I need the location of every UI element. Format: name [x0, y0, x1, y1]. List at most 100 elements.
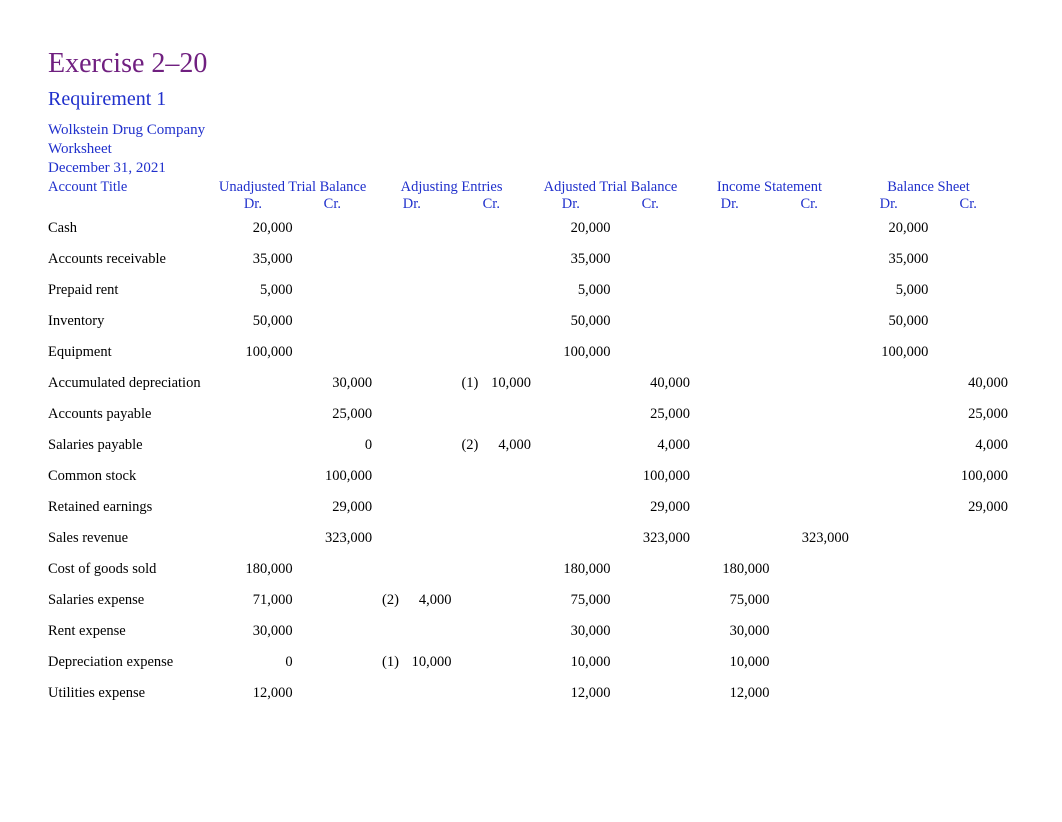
- adj-dr-ref-cell: [372, 554, 399, 585]
- table-row: Utilities expense12,00012,00012,000: [48, 678, 1008, 709]
- bs-cr-cell: 40,000: [928, 368, 1008, 399]
- is-dr-cell: [690, 523, 769, 554]
- account-title-cell: Sales revenue: [48, 523, 213, 554]
- is-cr-cell: [769, 647, 848, 678]
- bs-dr-cell: [849, 523, 928, 554]
- atb-dr-cell: [531, 461, 610, 492]
- adj-cr-ref-cell: [452, 306, 479, 337]
- utb-dr-cell: 0: [213, 647, 292, 678]
- atb-cr-cell: [611, 244, 690, 275]
- is-dr-cell: [690, 492, 769, 523]
- is-cr-cell: [769, 461, 848, 492]
- account-title-cell: Accumulated depreciation: [48, 368, 213, 399]
- bs-dr-cell: 35,000: [849, 244, 928, 275]
- utb-cr-cell: [293, 678, 372, 709]
- adj-cr-val-cell: [478, 337, 531, 368]
- atb-cr-cell: [611, 213, 690, 244]
- is-dr-cell: 180,000: [690, 554, 769, 585]
- utb-cr-cell: [293, 647, 372, 678]
- bs-dr-cell: 20,000: [849, 213, 928, 244]
- adj-cr-ref-cell: [452, 213, 479, 244]
- table-row: Retained earnings29,00029,00029,000: [48, 492, 1008, 523]
- adj-cr-val-cell: [478, 213, 531, 244]
- is-dr-header: Dr.: [690, 196, 769, 213]
- company-name: Wolkstein Drug Company: [48, 121, 1014, 140]
- atb-cr-cell: 25,000: [611, 399, 690, 430]
- adj-cr-val-cell: [478, 523, 531, 554]
- col-adjusted-trial-balance: Adjusted Trial Balance: [531, 179, 690, 196]
- adj-dr-ref-cell: [372, 244, 399, 275]
- bs-dr-cell: 5,000: [849, 275, 928, 306]
- atb-cr-cell: [611, 647, 690, 678]
- is-cr-cell: [769, 616, 848, 647]
- table-row: Salaries expense71,000(2)4,00075,00075,0…: [48, 585, 1008, 616]
- atb-dr-cell: 5,000: [531, 275, 610, 306]
- adj-dr-ref-cell: (1): [372, 647, 399, 678]
- bs-cr-cell: [928, 244, 1008, 275]
- adj-cr-val-cell: [478, 244, 531, 275]
- adj-cr-ref-cell: [452, 616, 479, 647]
- bs-dr-cell: [849, 678, 928, 709]
- adj-dr-ref-cell: [372, 523, 399, 554]
- is-dr-cell: [690, 337, 769, 368]
- atb-dr-cell: 180,000: [531, 554, 610, 585]
- table-row: Rent expense30,00030,00030,000: [48, 616, 1008, 647]
- atb-dr-cell: 12,000: [531, 678, 610, 709]
- utb-dr-cell: 50,000: [213, 306, 292, 337]
- adj-cr-ref-cell: [452, 523, 479, 554]
- adj-dr-ref-cell: [372, 275, 399, 306]
- adj-cr-ref-cell: [452, 647, 479, 678]
- utb-dr-cell: [213, 492, 292, 523]
- account-title-cell: Equipment: [48, 337, 213, 368]
- table-row: Equipment100,000100,000100,000: [48, 337, 1008, 368]
- atb-dr-cell: 75,000: [531, 585, 610, 616]
- is-dr-cell: [690, 213, 769, 244]
- bs-dr-cell: 50,000: [849, 306, 928, 337]
- utb-cr-cell: 100,000: [293, 461, 372, 492]
- bs-cr-cell: [928, 213, 1008, 244]
- utb-cr-cell: [293, 554, 372, 585]
- worksheet-body: Cash20,00020,00020,000Accounts receivabl…: [48, 213, 1008, 709]
- utb-cr-cell: 0: [293, 430, 372, 461]
- utb-dr-cell: 71,000: [213, 585, 292, 616]
- account-title-cell: Retained earnings: [48, 492, 213, 523]
- atb-cr-cell: [611, 616, 690, 647]
- bs-dr-cell: [849, 492, 928, 523]
- atb-cr-cell: [611, 337, 690, 368]
- atb-dr-cell: 35,000: [531, 244, 610, 275]
- adj-dr-ref-cell: [372, 461, 399, 492]
- adj-cr-ref-cell: [452, 337, 479, 368]
- adj-cr-val-cell: [478, 647, 531, 678]
- is-cr-cell: [769, 678, 848, 709]
- is-dr-cell: [690, 368, 769, 399]
- table-row: Cost of goods sold180,000180,000180,000: [48, 554, 1008, 585]
- bs-dr-cell: [849, 554, 928, 585]
- bs-cr-cell: [928, 647, 1008, 678]
- is-cr-cell: [769, 275, 848, 306]
- adj-dr-ref-cell: [372, 616, 399, 647]
- atb-dr-cell: 50,000: [531, 306, 610, 337]
- adj-cr-val-cell: [478, 306, 531, 337]
- adj-cr-header: Cr.: [452, 196, 532, 213]
- is-dr-cell: [690, 461, 769, 492]
- utb-cr-cell: [293, 244, 372, 275]
- adj-dr-val-cell: [399, 554, 452, 585]
- table-row: Prepaid rent5,0005,0005,000: [48, 275, 1008, 306]
- bs-cr-cell: 4,000: [928, 430, 1008, 461]
- bs-cr-cell: [928, 678, 1008, 709]
- adj-cr-ref-cell: [452, 585, 479, 616]
- adj-dr-val-cell: [399, 430, 452, 461]
- account-title-cell: Salaries payable: [48, 430, 213, 461]
- atb-cr-header: Cr.: [611, 196, 690, 213]
- adj-dr-ref-cell: [372, 368, 399, 399]
- adj-cr-ref-cell: (1): [452, 368, 479, 399]
- is-cr-cell: [769, 306, 848, 337]
- worksheet-table: Account Title Unadjusted Trial Balance A…: [48, 179, 1008, 709]
- utb-dr-cell: 20,000: [213, 213, 292, 244]
- adj-cr-val-cell: [478, 399, 531, 430]
- table-row: Salaries payable0(2)4,0004,0004,000: [48, 430, 1008, 461]
- adj-cr-val-cell: [478, 585, 531, 616]
- utb-cr-cell: 25,000: [293, 399, 372, 430]
- adj-cr-val-cell: [478, 678, 531, 709]
- atb-dr-cell: [531, 368, 610, 399]
